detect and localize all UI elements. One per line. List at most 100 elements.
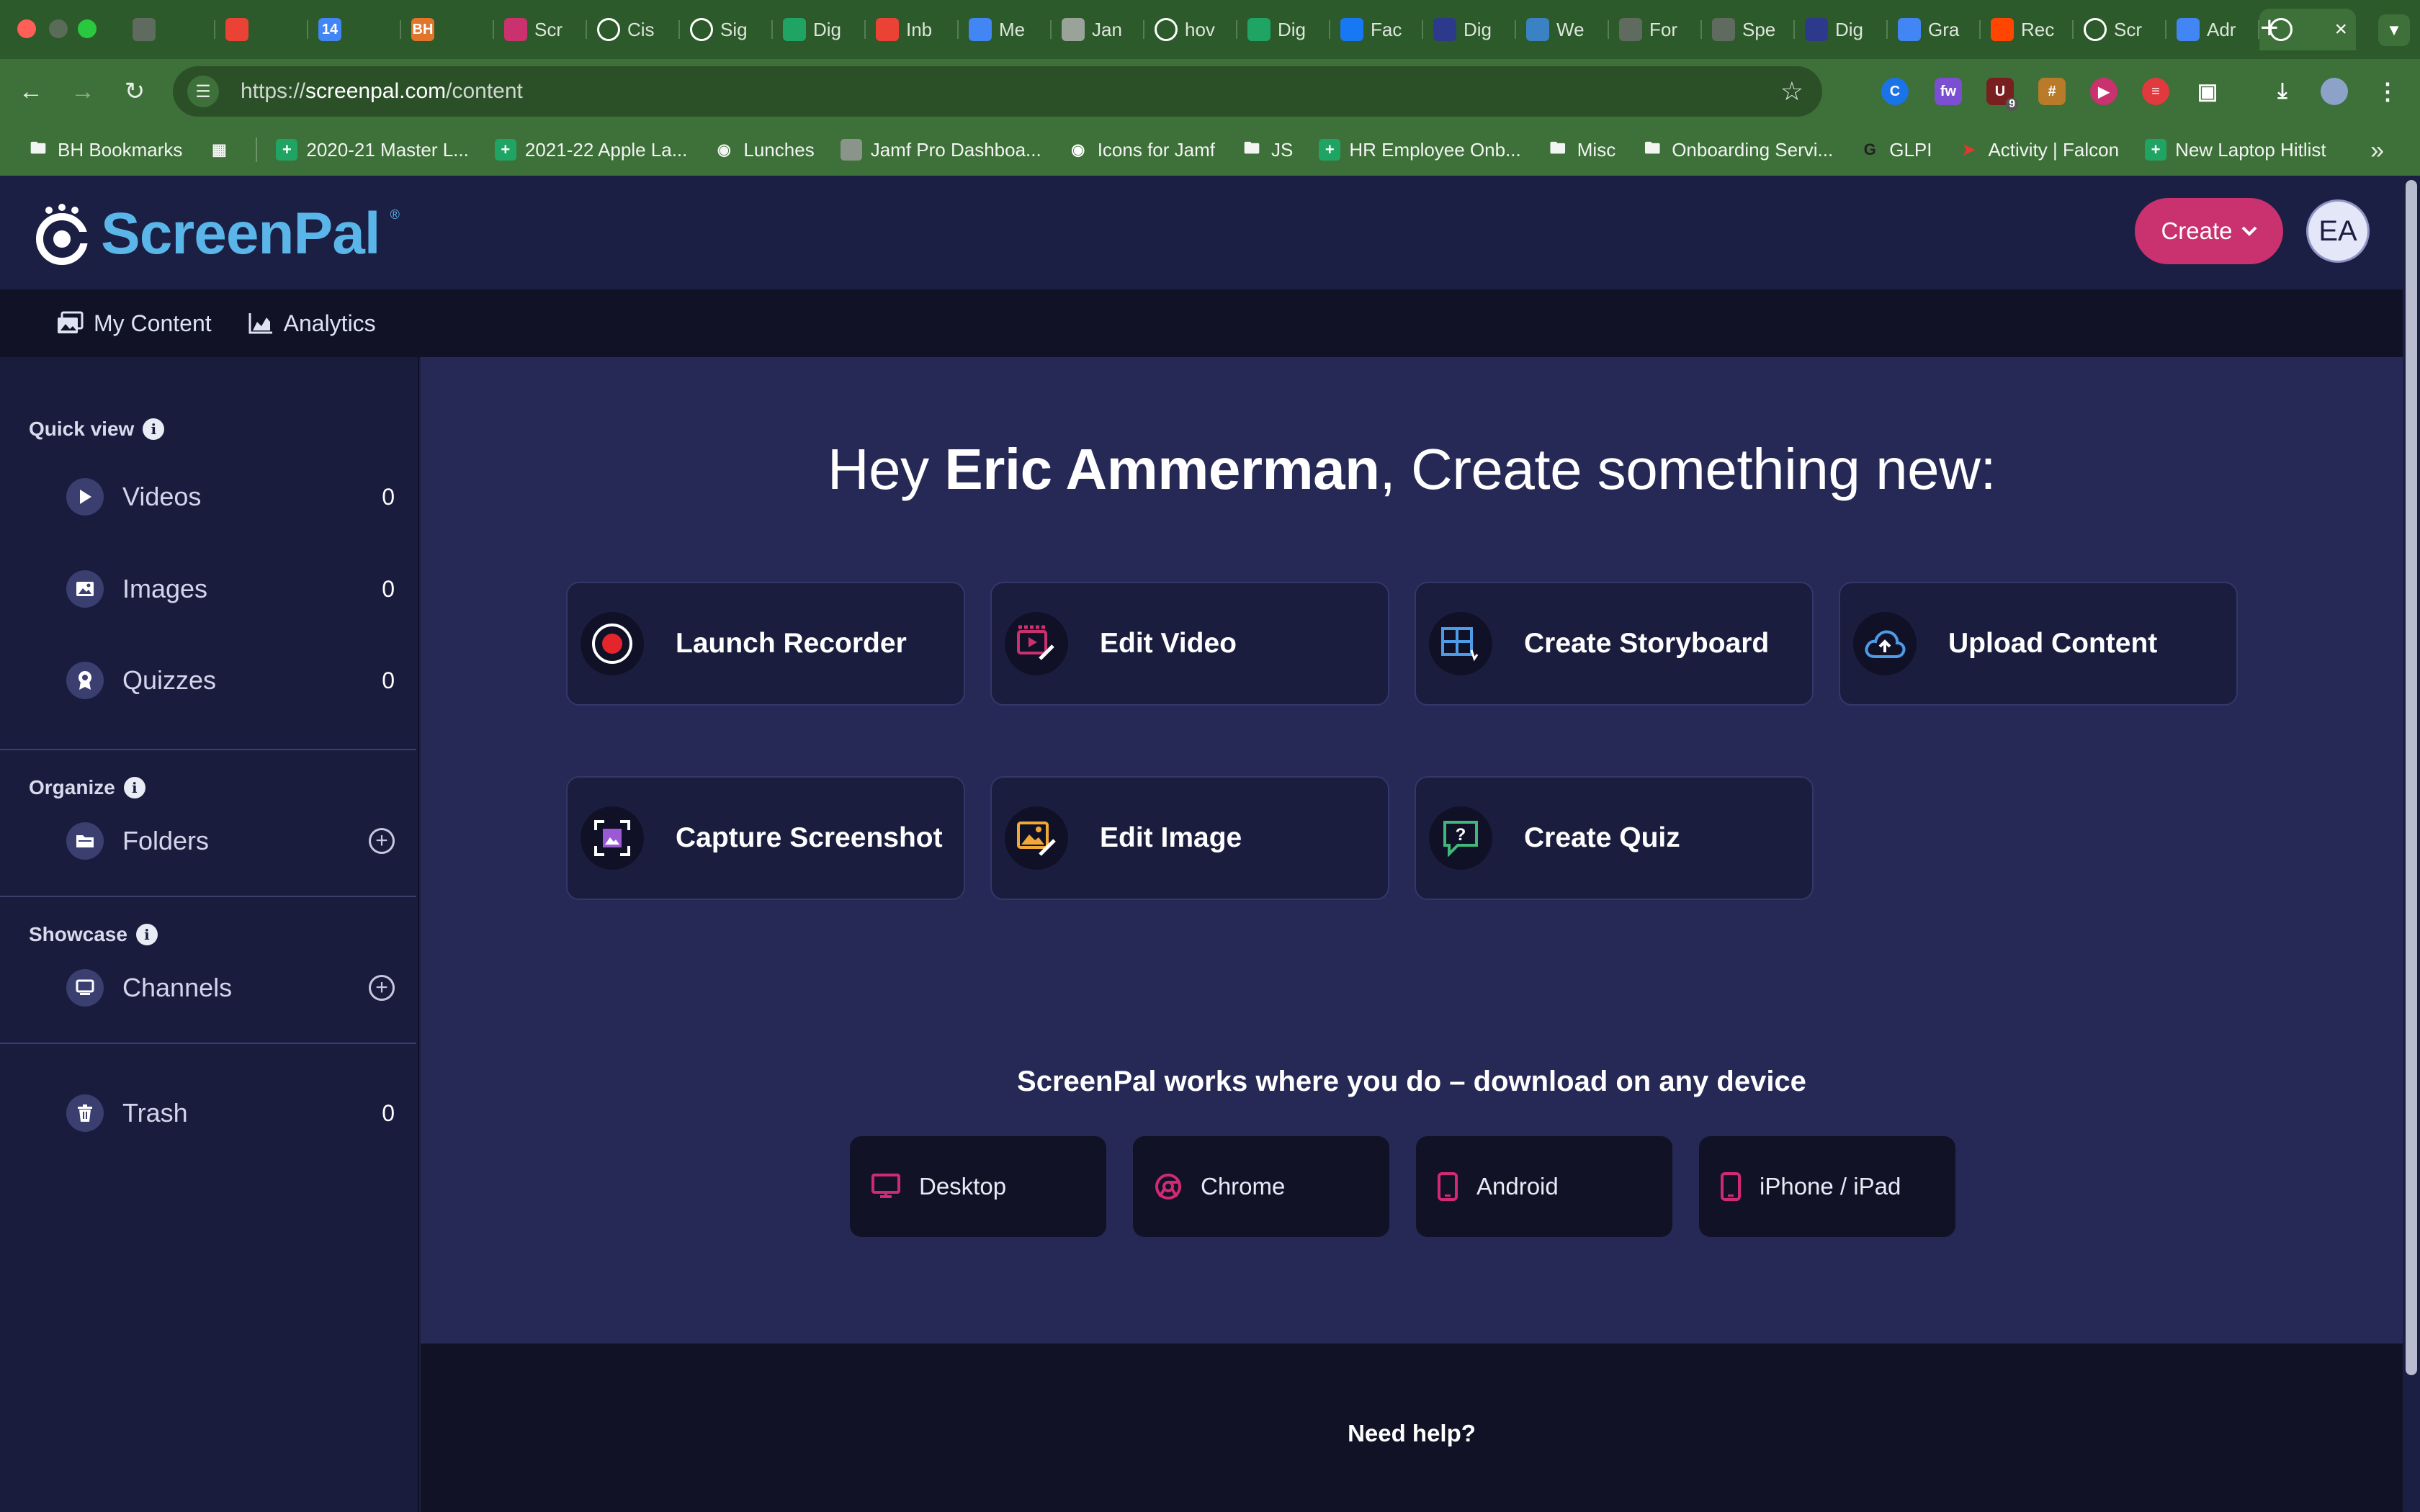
- sidebar-item-label: Videos: [122, 482, 202, 511]
- edit-video-button[interactable]: Edit Video: [990, 582, 1389, 706]
- scrollbar-thumb[interactable]: [2406, 180, 2417, 1375]
- browser-tab[interactable]: Adr: [2166, 9, 2259, 50]
- browser-tab[interactable]: Dig: [773, 9, 866, 50]
- downloads-icon[interactable]: ⤓: [2269, 78, 2296, 105]
- chrome-label: Chrome: [1201, 1173, 1286, 1200]
- launch-recorder-button[interactable]: Launch Recorder: [566, 582, 965, 706]
- browser-tab[interactable]: Me: [959, 9, 1052, 50]
- browser-tab[interactable]: Cis: [587, 9, 680, 50]
- browser-tab[interactable]: Rec: [1981, 9, 2074, 50]
- calendar-icon: 14: [318, 18, 341, 41]
- bookmark-item[interactable]: +2020-21 Master L...: [276, 139, 469, 161]
- extension-badge-icon[interactable]: U9: [1986, 78, 2018, 111]
- extension-red-icon[interactable]: ≡: [2142, 78, 2169, 105]
- apps-shortcut[interactable]: ▦: [208, 139, 230, 161]
- browser-tab[interactable]: We: [1516, 9, 1609, 50]
- bookmark-item[interactable]: Jamf Pro Dashboa...: [840, 139, 1041, 161]
- info-icon[interactable]: i: [135, 924, 158, 945]
- award-ribbon-icon: [66, 662, 104, 699]
- gmail-icon: [225, 18, 248, 41]
- need-help-link[interactable]: Need help?: [421, 1420, 2403, 1447]
- new-tab-button[interactable]: +: [2260, 10, 2279, 46]
- download-desktop-button[interactable]: Desktop: [850, 1136, 1106, 1237]
- browser-tab[interactable]: Dig: [1423, 9, 1516, 50]
- extension-puzzle-icon[interactable]: fw: [1935, 78, 1962, 105]
- browser-tab[interactable]: BH: [401, 9, 494, 50]
- close-tab-icon[interactable]: ×: [2334, 17, 2347, 42]
- browser-tab[interactable]: [122, 9, 215, 50]
- user-avatar[interactable]: EA: [2306, 199, 2370, 263]
- sidebar-item-channels[interactable]: Channels +: [66, 965, 395, 1011]
- browser-tab[interactable]: Scr: [494, 9, 587, 50]
- bookmark-item[interactable]: + HR Employee Onb...: [1319, 139, 1521, 161]
- bookmark-item[interactable]: ➤ Activity | Falcon: [1958, 139, 2119, 161]
- screenpal-logo[interactable]: ScreenPal ®: [33, 200, 400, 268]
- my-content-link[interactable]: My Content: [56, 310, 212, 337]
- close-window-button[interactable]: [17, 19, 36, 38]
- extension-screenpal-icon[interactable]: ▶: [2090, 78, 2118, 105]
- zoom-window-button[interactable]: [78, 19, 97, 38]
- edit-image-label: Edit Image: [1100, 822, 1242, 853]
- browser-tab[interactable]: Jan: [1052, 9, 1144, 50]
- bookmark-star-icon[interactable]: ☆: [1780, 76, 1803, 107]
- download-iphone-button[interactable]: iPhone / iPad: [1699, 1136, 1955, 1237]
- bookmark-item[interactable]: + New Laptop Hitlist: [2145, 139, 2326, 161]
- minimize-window-button[interactable]: [49, 19, 68, 38]
- download-android-button[interactable]: Android: [1416, 1136, 1672, 1237]
- sidebar-item-trash[interactable]: Trash 0: [66, 1090, 395, 1136]
- browser-tab[interactable]: 14: [308, 9, 401, 50]
- back-button[interactable]: ←: [14, 75, 48, 108]
- profile-avatar-icon[interactable]: [2321, 78, 2348, 105]
- url-text[interactable]: https://screenpal.com/content: [241, 79, 523, 104]
- create-quiz-button[interactable]: ? Create Quiz: [1415, 776, 1814, 900]
- tab-search-button[interactable]: ▼: [2378, 14, 2410, 46]
- chrome-menu-icon[interactable]: ⋮: [2374, 78, 2401, 105]
- sidebar-item-quizzes[interactable]: Quizzes 0: [66, 657, 395, 703]
- extension-c-icon[interactable]: C: [1881, 78, 1909, 105]
- bookmark-item[interactable]: ◉ Lunches: [713, 139, 815, 161]
- sidebar-item-folders[interactable]: Folders +: [66, 818, 395, 864]
- sidebar-item-label: Images: [122, 574, 208, 603]
- download-chrome-button[interactable]: Chrome: [1133, 1136, 1389, 1237]
- browser-tab[interactable]: hov: [1144, 9, 1237, 50]
- extensions-puzzle-icon[interactable]: ▣: [2194, 78, 2221, 105]
- reload-button[interactable]: ↻: [118, 75, 151, 108]
- image-icon: [66, 570, 104, 608]
- bookmark-item[interactable]: 🖿 Misc: [1546, 139, 1615, 161]
- capture-screenshot-button[interactable]: Capture Screenshot: [566, 776, 965, 900]
- address-bar[interactable]: ☰ https://screenpal.com/content ☆: [173, 66, 1822, 117]
- analytics-link[interactable]: Analytics: [248, 310, 376, 337]
- extension-orange-icon[interactable]: #: [2038, 78, 2066, 105]
- bookmark-item[interactable]: 🖿 BH Bookmarks: [27, 139, 182, 161]
- upload-content-button[interactable]: Upload Content: [1839, 582, 2238, 706]
- bookmark-item[interactable]: 🖿 JS: [1240, 139, 1293, 161]
- bookmark-item[interactable]: G GLPI: [1859, 139, 1932, 161]
- browser-tab-label: Spe: [1742, 18, 1776, 40]
- bookmark-label: BH Bookmarks: [58, 138, 183, 161]
- browser-tab[interactable]: Inb: [866, 9, 959, 50]
- info-icon[interactable]: i: [123, 777, 145, 798]
- sidebar-item-images[interactable]: Images 0: [66, 566, 395, 612]
- browser-tab[interactable]: Spe: [1702, 9, 1795, 50]
- bookmark-item[interactable]: ◉ Icons for Jamf: [1067, 139, 1215, 161]
- info-icon[interactable]: i: [143, 418, 165, 440]
- browser-tab[interactable]: Fac: [1330, 9, 1423, 50]
- create-storyboard-button[interactable]: Create Storyboard: [1415, 582, 1814, 706]
- add-folder-button[interactable]: +: [369, 828, 395, 854]
- create-button[interactable]: Create: [2135, 198, 2283, 264]
- browser-tab[interactable]: Scr: [2074, 9, 2166, 50]
- browser-tab[interactable]: Dig: [1795, 9, 1888, 50]
- add-channel-button[interactable]: +: [369, 975, 395, 1001]
- site-info-icon[interactable]: ☰: [187, 76, 219, 107]
- browser-tab[interactable]: [215, 9, 308, 50]
- sidebar-item-videos[interactable]: Videos 0: [66, 474, 395, 520]
- more-bookmarks-icon[interactable]: »: [2370, 137, 2384, 165]
- browser-tab[interactable]: For: [1609, 9, 1702, 50]
- forward-button[interactable]: →: [66, 75, 99, 108]
- edit-image-button[interactable]: Edit Image: [990, 776, 1389, 900]
- browser-tab[interactable]: Sig: [680, 9, 773, 50]
- bookmark-item[interactable]: +2021-22 Apple La...: [494, 139, 687, 161]
- bookmark-item[interactable]: 🖿 Onboarding Servi...: [1641, 139, 1833, 161]
- browser-tab[interactable]: Gra: [1888, 9, 1981, 50]
- browser-tab[interactable]: Dig: [1237, 9, 1330, 50]
